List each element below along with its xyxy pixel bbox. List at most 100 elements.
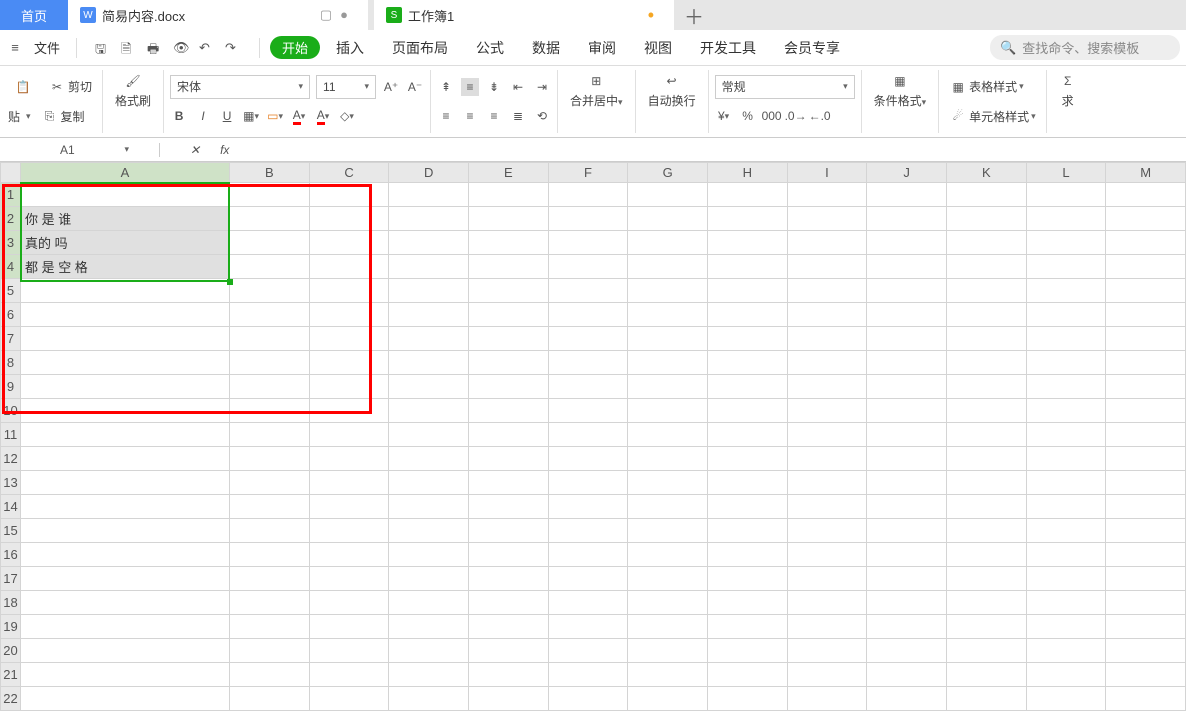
undo-icon[interactable]: ↶ bbox=[199, 40, 215, 56]
cell[interactable] bbox=[787, 663, 867, 687]
cell[interactable] bbox=[707, 519, 787, 543]
cell[interactable] bbox=[548, 423, 628, 447]
cell[interactable] bbox=[548, 471, 628, 495]
menu-start[interactable]: 开始 bbox=[270, 36, 320, 59]
cell[interactable] bbox=[548, 231, 628, 255]
cell[interactable] bbox=[787, 687, 867, 711]
cell[interactable] bbox=[707, 639, 787, 663]
cell[interactable] bbox=[946, 495, 1026, 519]
cell[interactable] bbox=[867, 663, 947, 687]
cell[interactable] bbox=[1106, 567, 1186, 591]
cell[interactable] bbox=[1026, 207, 1106, 231]
cell[interactable] bbox=[628, 279, 708, 303]
cell[interactable] bbox=[867, 543, 947, 567]
cell[interactable] bbox=[389, 591, 469, 615]
cell[interactable] bbox=[787, 519, 867, 543]
print-icon[interactable]: 🖶 bbox=[147, 40, 163, 56]
cell[interactable] bbox=[230, 639, 310, 663]
col-header-K[interactable]: K bbox=[946, 163, 1026, 183]
cell[interactable] bbox=[1026, 543, 1106, 567]
cell[interactable] bbox=[230, 231, 310, 255]
cell[interactable] bbox=[389, 471, 469, 495]
cell[interactable] bbox=[469, 231, 549, 255]
saveas-icon[interactable]: 🗎 bbox=[121, 40, 137, 56]
paste-label[interactable]: 贴 bbox=[8, 108, 20, 125]
cell[interactable] bbox=[1026, 303, 1106, 327]
border-button[interactable]: ▦▾ bbox=[242, 107, 260, 125]
cell[interactable] bbox=[309, 183, 389, 207]
cell[interactable] bbox=[230, 399, 310, 423]
tab-sheet[interactable]: S 工作簿1 • bbox=[374, 0, 674, 30]
col-header-M[interactable]: M bbox=[1106, 163, 1186, 183]
cell[interactable] bbox=[707, 567, 787, 591]
spreadsheet-grid[interactable]: A B C D E F G H I J K L M 1 2你 是 谁 3真的 吗… bbox=[0, 162, 1186, 711]
comma-icon[interactable]: 000 bbox=[763, 107, 781, 125]
row-header[interactable]: 20 bbox=[1, 639, 21, 663]
row-header[interactable]: 16 bbox=[1, 543, 21, 567]
cell[interactable] bbox=[309, 639, 389, 663]
cell[interactable] bbox=[20, 303, 229, 327]
cell[interactable] bbox=[787, 231, 867, 255]
cell[interactable] bbox=[548, 591, 628, 615]
cell[interactable] bbox=[946, 447, 1026, 471]
cell[interactable] bbox=[1106, 663, 1186, 687]
cell[interactable] bbox=[707, 231, 787, 255]
row-header[interactable]: 3 bbox=[1, 231, 21, 255]
row-header[interactable]: 9 bbox=[1, 375, 21, 399]
cell[interactable] bbox=[787, 447, 867, 471]
cell[interactable] bbox=[309, 495, 389, 519]
cell[interactable] bbox=[1026, 687, 1106, 711]
cell[interactable] bbox=[946, 519, 1026, 543]
fill-handle[interactable] bbox=[227, 279, 233, 285]
cell[interactable] bbox=[787, 351, 867, 375]
cell[interactable] bbox=[389, 495, 469, 519]
cell[interactable] bbox=[1106, 423, 1186, 447]
cell[interactable] bbox=[946, 231, 1026, 255]
cell[interactable] bbox=[548, 663, 628, 687]
align-left-icon[interactable]: ≡ bbox=[437, 107, 455, 125]
cell[interactable] bbox=[787, 423, 867, 447]
cell[interactable] bbox=[707, 687, 787, 711]
cell[interactable] bbox=[628, 399, 708, 423]
cell[interactable] bbox=[787, 567, 867, 591]
cell[interactable] bbox=[867, 591, 947, 615]
cell[interactable] bbox=[628, 543, 708, 567]
cell[interactable] bbox=[1106, 615, 1186, 639]
cell[interactable] bbox=[628, 231, 708, 255]
cell[interactable] bbox=[20, 567, 229, 591]
cell[interactable] bbox=[707, 255, 787, 279]
highlight-button[interactable]: A▾ bbox=[314, 107, 332, 125]
cell[interactable] bbox=[469, 183, 549, 207]
cell[interactable] bbox=[867, 231, 947, 255]
tab-new[interactable]: ＋ bbox=[674, 0, 714, 30]
cell[interactable] bbox=[1026, 663, 1106, 687]
cell[interactable] bbox=[707, 183, 787, 207]
cell[interactable] bbox=[548, 615, 628, 639]
cell[interactable] bbox=[548, 351, 628, 375]
row-header[interactable]: 7 bbox=[1, 327, 21, 351]
cell[interactable] bbox=[1026, 375, 1106, 399]
format-brush-button[interactable]: 🖌 格式刷 bbox=[109, 72, 157, 109]
cell[interactable] bbox=[389, 423, 469, 447]
cell[interactable] bbox=[628, 303, 708, 327]
cell[interactable] bbox=[707, 303, 787, 327]
cell[interactable] bbox=[787, 471, 867, 495]
cell[interactable] bbox=[20, 399, 229, 423]
cell[interactable] bbox=[20, 687, 229, 711]
cell[interactable] bbox=[20, 327, 229, 351]
cell[interactable] bbox=[469, 615, 549, 639]
cell[interactable] bbox=[548, 543, 628, 567]
menu-dev[interactable]: 开发工具 bbox=[688, 38, 768, 58]
cell[interactable] bbox=[1026, 471, 1106, 495]
font-grow-icon[interactable]: A⁺ bbox=[382, 78, 400, 96]
row-header[interactable]: 11 bbox=[1, 423, 21, 447]
cancel-fx-icon[interactable]: ✕ bbox=[190, 143, 200, 157]
cell[interactable] bbox=[230, 495, 310, 519]
col-header-J[interactable]: J bbox=[867, 163, 947, 183]
cell[interactable] bbox=[867, 567, 947, 591]
cell[interactable] bbox=[469, 375, 549, 399]
cell[interactable] bbox=[389, 327, 469, 351]
cell[interactable] bbox=[787, 495, 867, 519]
cell-A1[interactable] bbox=[20, 183, 229, 207]
dec-dec-icon[interactable]: ←.0 bbox=[811, 107, 829, 125]
